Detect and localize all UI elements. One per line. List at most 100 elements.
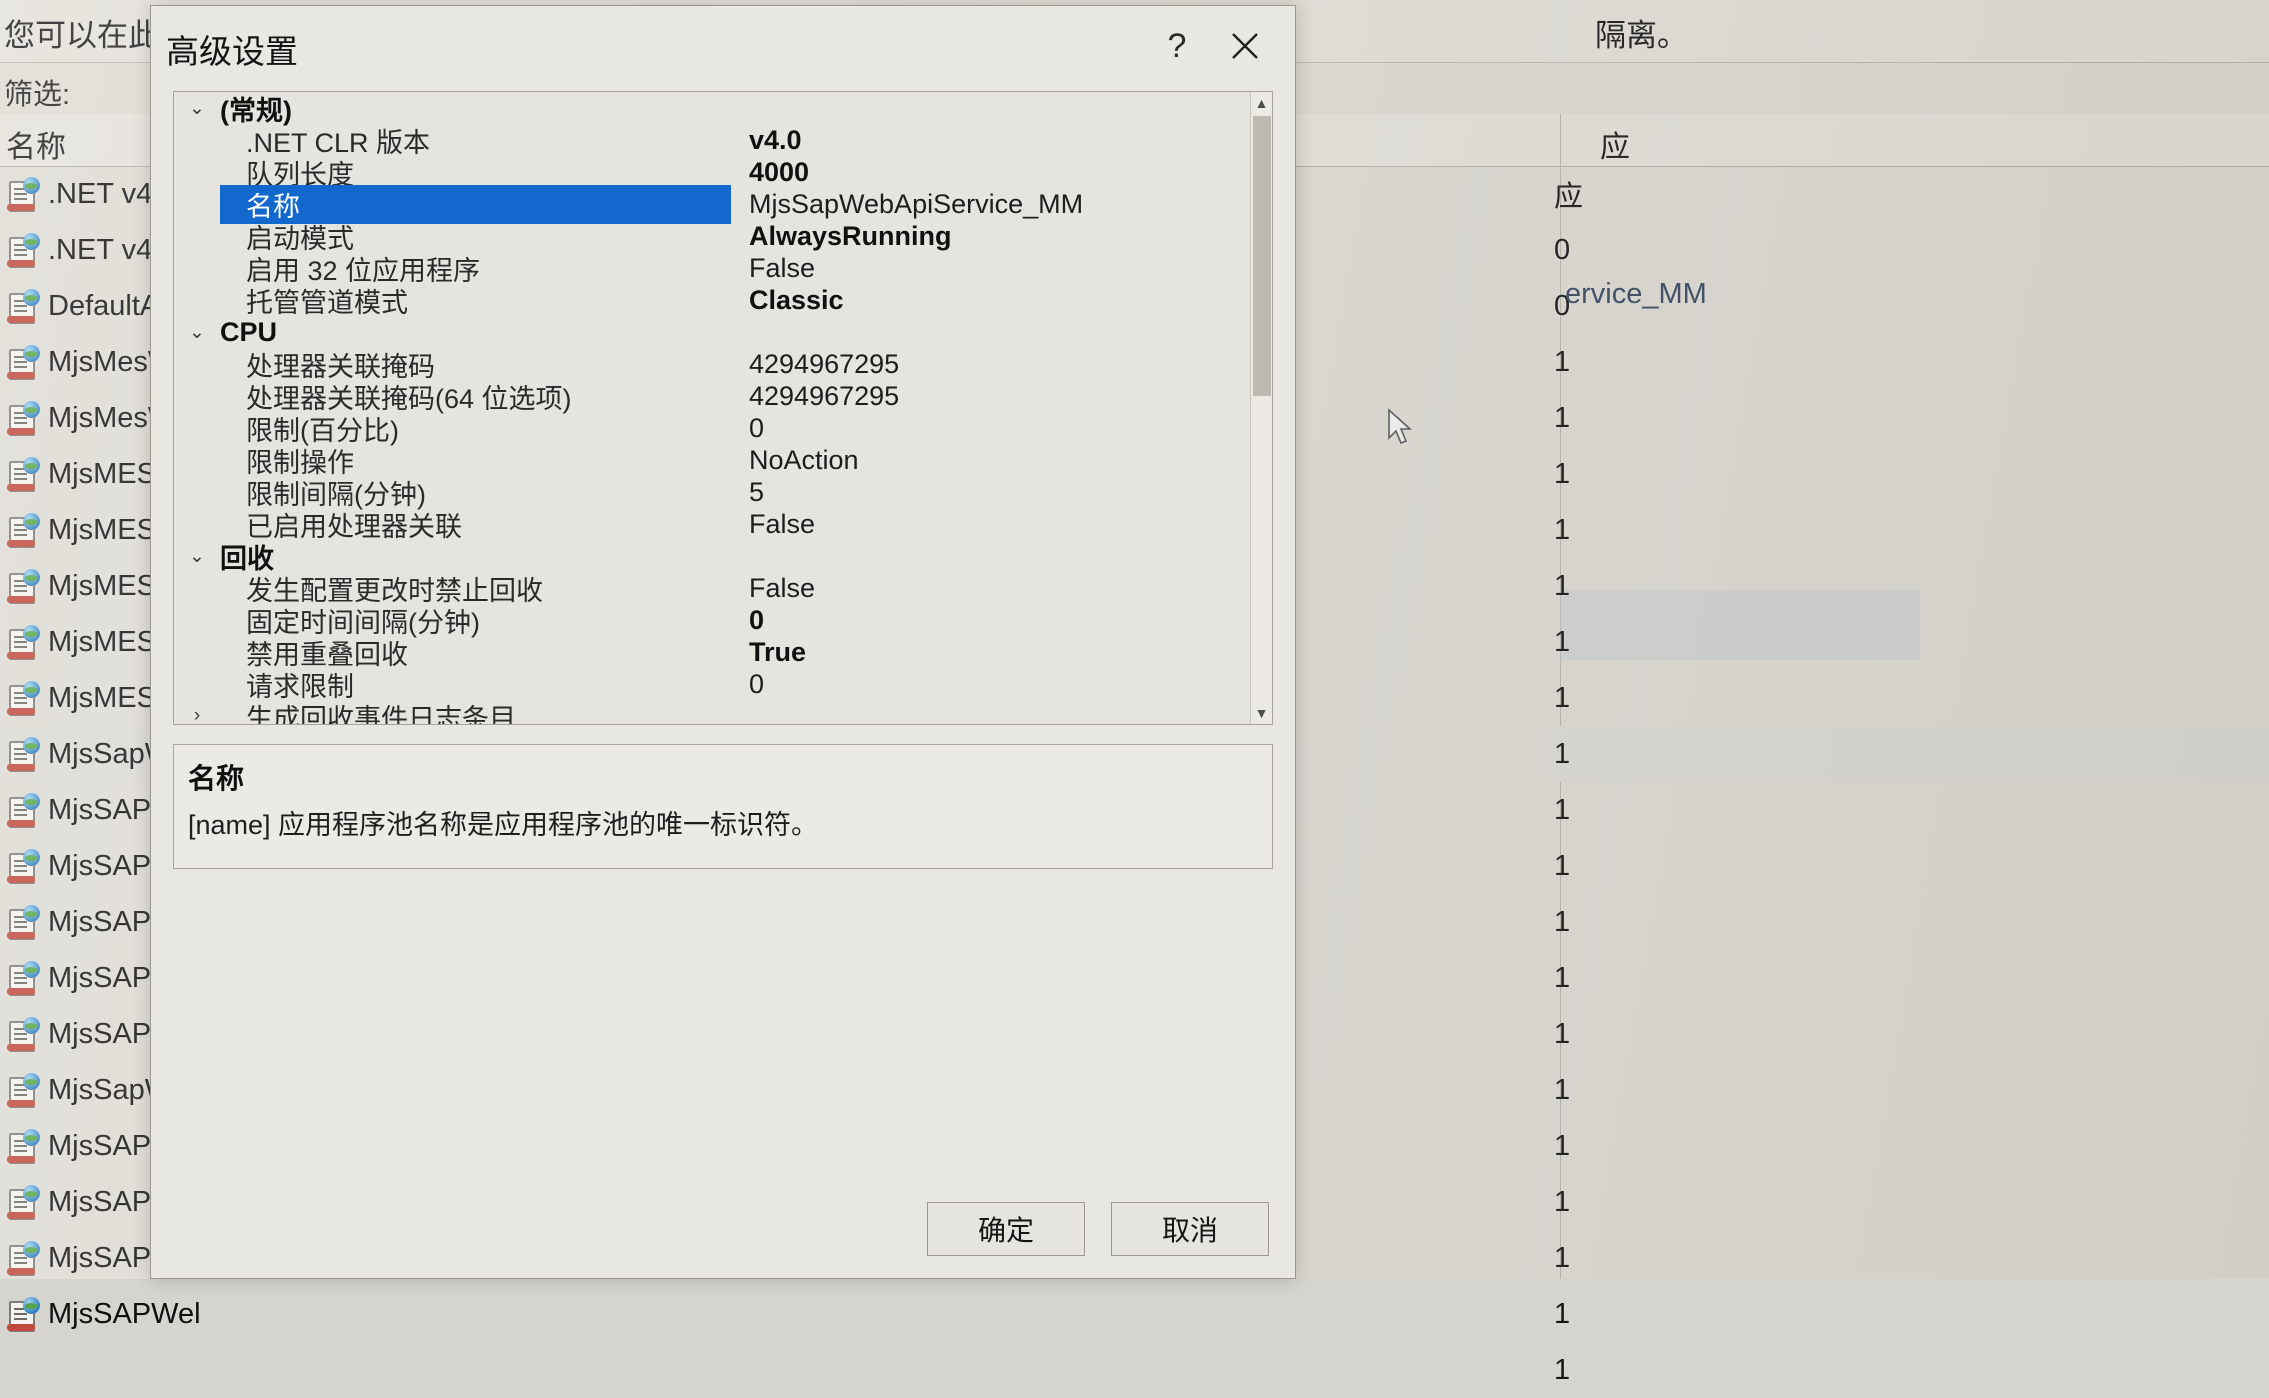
scrollbar-thumb[interactable] xyxy=(1253,116,1271,396)
property-value[interactable]: False xyxy=(731,253,1250,284)
property-row[interactable]: 启用 32 位应用程序 False xyxy=(174,252,1250,286)
list-row-value: 1 xyxy=(1540,726,2269,782)
property-value[interactable]: 4294967295 xyxy=(731,381,1250,412)
property-row[interactable]: 发生配置更改时禁止回收 False xyxy=(174,572,1250,606)
property-row[interactable]: 启动模式 AlwaysRunning xyxy=(174,220,1250,254)
property-row[interactable]: 禁用重叠回收 True xyxy=(174,636,1250,670)
chevron-down-icon[interactable]: ⌄ xyxy=(174,97,220,120)
chevron-right-icon[interactable]: › xyxy=(174,705,220,724)
property-row[interactable]: 限制操作 NoAction xyxy=(174,444,1250,478)
app-pool-icon xyxy=(6,625,40,660)
help-icon[interactable]: ? xyxy=(1151,20,1203,72)
property-grid[interactable]: ⌄ (常规) .NET CLR 版本 v4.0 队列长度 4000 名称 MjsSapWebA… xyxy=(173,91,1273,725)
list-item[interactable]: MjsSAPWel xyxy=(0,1286,260,1342)
list-row-value: 1 xyxy=(1554,1129,1571,1162)
property-name: CPU xyxy=(220,316,278,347)
list-row-value: 1 xyxy=(1554,1073,1571,1106)
property-row[interactable]: 处理器关联掩码(64 位选项) 4294967295 xyxy=(174,380,1250,414)
property-value[interactable]: False xyxy=(731,573,1250,604)
column-header-name: 名称 xyxy=(6,131,66,164)
ok-button[interactable]: 确定 xyxy=(927,1202,1085,1256)
property-value[interactable]: 0 xyxy=(731,669,1250,700)
app-pool-right-column: 应001111111111111111111 xyxy=(1540,166,2269,1398)
app-pool-icon xyxy=(6,681,40,716)
property-row[interactable]: 固定时间间隔(分钟) 0 xyxy=(174,604,1250,638)
app-pool-icon xyxy=(6,849,40,884)
column-header-right: 应 xyxy=(1600,131,1630,164)
property-value[interactable]: 5 xyxy=(731,477,1250,508)
property-row[interactable]: .NET CLR 版本 v4.0 xyxy=(174,124,1250,158)
dialog-titlebar[interactable]: 高级设置 ? xyxy=(151,6,1295,78)
description-pane: 名称 [name] 应用程序池名称是应用程序池的唯一标识符。 xyxy=(173,744,1273,869)
property-group-row[interactable]: ⌄ 回收 xyxy=(174,540,1250,574)
advanced-settings-dialog[interactable]: 高级设置 ? ⌄ (常规) .NET CLR 版本 v4.0 队列长度 4000 名称 Mjs… xyxy=(150,5,1296,1279)
property-value[interactable]: NoAction xyxy=(731,445,1250,476)
property-row[interactable]: › 生成回收事件日志条目 xyxy=(174,700,1250,725)
property-value[interactable]: 0 xyxy=(731,413,1250,444)
app-pool-icon xyxy=(6,457,40,492)
property-row[interactable]: 队列长度 4000 xyxy=(174,156,1250,190)
list-row-value: 1 xyxy=(1554,1185,1571,1218)
property-row[interactable]: 名称 MjsSapWebApiService_MM xyxy=(174,184,1250,224)
property-group-row[interactable]: ⌄ (常规) xyxy=(174,92,1250,126)
list-row-value: 1 xyxy=(1554,961,1571,994)
filter-label: 筛选: xyxy=(4,79,71,111)
close-icon[interactable] xyxy=(1217,20,1273,72)
property-value[interactable]: 4000 xyxy=(731,157,1250,188)
chevron-down-icon[interactable]: ⌄ xyxy=(174,545,220,568)
list-item-label: MjsSAPWel xyxy=(48,1297,201,1330)
app-pool-icon xyxy=(6,1241,40,1276)
list-row-value: 应 xyxy=(1554,181,1584,213)
dialog-title: 高级设置 xyxy=(166,33,298,70)
property-value[interactable]: False xyxy=(731,509,1250,540)
list-row-value: 1 xyxy=(1554,457,1571,490)
property-value[interactable]: Classic xyxy=(731,285,1250,316)
app-pool-icon xyxy=(6,905,40,940)
app-pool-icon xyxy=(6,737,40,772)
list-row-value: 1 xyxy=(1554,1241,1571,1274)
app-pool-icon xyxy=(6,233,40,268)
list-row-value: 1 xyxy=(1554,1297,1571,1330)
property-value[interactable]: 4294967295 xyxy=(731,349,1250,380)
app-pool-icon xyxy=(6,1017,40,1052)
property-row[interactable]: 已启用处理器关联 False xyxy=(174,508,1250,542)
property-row[interactable]: 请求限制 0 xyxy=(174,668,1250,702)
property-row[interactable]: 处理器关联掩码 4294967295 xyxy=(174,348,1250,382)
app-pool-icon xyxy=(6,345,40,380)
app-pool-icon xyxy=(6,513,40,548)
property-row[interactable]: 限制间隔(分钟) 5 xyxy=(174,476,1250,510)
list-row-value: 1 xyxy=(1554,793,1571,826)
app-pool-icon xyxy=(6,961,40,996)
description-title: 名称 xyxy=(188,763,245,794)
list-row-value: 1 xyxy=(1554,513,1571,546)
scroll-down-arrow[interactable]: ▼ xyxy=(1251,702,1272,724)
chevron-down-icon[interactable]: ⌄ xyxy=(174,321,220,344)
description-body: [name] 应用程序池名称是应用程序池的唯一标识符。 xyxy=(188,810,819,840)
property-value[interactable]: True xyxy=(731,637,1250,668)
property-grid-scrollbar[interactable]: ▲ ▼ xyxy=(1250,92,1272,724)
property-value[interactable]: v4.0 xyxy=(731,125,1250,156)
app-pool-icon xyxy=(6,1129,40,1164)
app-pool-icon xyxy=(6,1185,40,1220)
list-row-value: 1 xyxy=(1554,1017,1571,1050)
property-value[interactable]: AlwaysRunning xyxy=(731,221,1250,252)
property-name: 托管管道模式 xyxy=(246,287,408,318)
list-row-value: 1 xyxy=(1554,681,1571,714)
property-row[interactable]: 托管管道模式 Classic xyxy=(174,284,1250,318)
scroll-up-arrow[interactable]: ▲ xyxy=(1251,92,1272,114)
property-value[interactable]: 0 xyxy=(731,605,1250,636)
property-name: 生成回收事件日志条目 xyxy=(246,703,516,725)
property-group-row[interactable]: ⌄ CPU xyxy=(174,316,1250,348)
app-pool-icon xyxy=(6,1297,40,1332)
list-row-value: 1 xyxy=(1554,345,1571,378)
app-pool-icon xyxy=(6,569,40,604)
property-row[interactable]: 限制(百分比) 0 xyxy=(174,412,1250,446)
app-pool-icon xyxy=(6,401,40,436)
list-row-value: 1 xyxy=(1554,849,1571,882)
list-row-value: 1 xyxy=(1554,401,1571,434)
list-row-value: 1 xyxy=(1554,569,1571,602)
cancel-button[interactable]: 取消 xyxy=(1111,1202,1269,1256)
app-pool-icon xyxy=(6,793,40,828)
property-value[interactable]: MjsSapWebApiService_MM xyxy=(731,189,1250,220)
list-row-value: 1 xyxy=(1554,625,1571,658)
